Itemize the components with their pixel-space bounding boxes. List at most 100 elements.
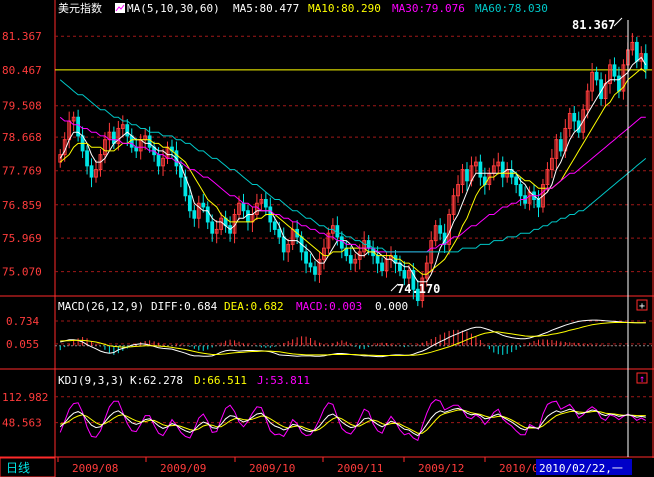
candle	[545, 162, 550, 192]
j-line	[59, 399, 647, 442]
candle	[322, 238, 326, 270]
candle	[393, 249, 398, 274]
candle	[120, 115, 125, 138]
candle	[572, 106, 577, 132]
d-value: D:66.511	[194, 374, 247, 387]
candle	[85, 145, 89, 175]
candle	[214, 220, 219, 244]
price-tick-label: 80.467	[2, 64, 42, 77]
low-label: 74.170	[397, 282, 440, 296]
date-ticks: 2009/08 2009/09 2009/10 2009/11 2009/12 2010/…	[57, 457, 545, 475]
cursor-date: 2010/02/22,一	[539, 462, 623, 475]
candle	[617, 66, 621, 99]
candle	[223, 210, 228, 233]
date-axis: 日线 2009/08 2009/09 2009/10 2009/11 2009/12 20…	[0, 457, 632, 477]
candle	[263, 192, 268, 216]
kline-chart-window: 81.367 80.467 79.508 78.668 77.769 76.859 75.9…	[0, 0, 654, 477]
diff-line	[60, 319, 646, 358]
macd-panel: 0.734 0.055	[6, 315, 652, 358]
candle	[313, 261, 317, 282]
candle	[621, 59, 626, 100]
candle	[433, 220, 438, 247]
low-marker: 74.170	[390, 282, 440, 296]
candle	[134, 137, 139, 158]
chart-frame	[0, 0, 654, 458]
j-value: J:53.811	[257, 374, 310, 387]
candle	[451, 188, 456, 221]
candle	[286, 238, 291, 262]
candle	[643, 44, 648, 79]
candle	[317, 251, 322, 283]
candle	[608, 59, 612, 94]
ma-params: MA(5,10,30,60)	[127, 2, 220, 15]
price-header: 美元指数 MA(5,10,30,60) MA5:80.477 MA10:80.2…	[58, 1, 548, 15]
macd-extra-value: 0.000	[375, 300, 408, 313]
candle	[523, 186, 527, 209]
candle	[603, 74, 608, 108]
price-grid	[55, 35, 652, 273]
kdj-tick-label: 48.563	[2, 417, 42, 430]
macd-value: MACD:0.003	[296, 300, 362, 313]
candle	[465, 162, 469, 191]
date-tick-label: 2009/12	[418, 462, 464, 475]
candle	[550, 149, 554, 179]
index-name: 美元指数	[58, 1, 102, 15]
macd-tick-label: 0.055	[6, 338, 39, 351]
kdj-params: KDJ(9,3,3)	[58, 374, 124, 387]
candle	[536, 190, 541, 218]
high-marker: 81.367	[572, 17, 623, 32]
diff-value: DIFF:0.684	[151, 300, 218, 313]
candle	[348, 246, 353, 271]
candle	[389, 246, 393, 268]
candle	[107, 122, 112, 150]
candle	[478, 154, 483, 186]
candle	[196, 195, 201, 229]
candle	[290, 221, 295, 250]
candle	[482, 167, 487, 195]
price-tick-label: 81.367	[2, 30, 42, 43]
candle	[143, 128, 148, 150]
up-arrow-icon: ↑	[639, 374, 645, 385]
ma10-value: MA10:80.290	[308, 2, 381, 15]
y-axis-labels: 81.367 80.467 79.508 78.668 77.769 76.859 75.9…	[2, 30, 42, 278]
candle	[456, 175, 460, 203]
date-tick-label: 2009/11	[337, 462, 383, 475]
plus-icon: +	[639, 301, 645, 312]
candle	[326, 227, 331, 254]
candle	[438, 218, 443, 241]
candle	[339, 231, 344, 259]
macd-tick-label: 0.734	[6, 315, 39, 328]
candle	[509, 160, 514, 185]
candle	[259, 193, 264, 211]
date-tick-label: 2009/08	[72, 462, 118, 475]
candle	[590, 63, 595, 102]
candle	[80, 126, 85, 158]
candle	[634, 36, 639, 69]
kline-chart-svg: 81.367 80.467 79.508 78.668 77.769 76.859 75.9…	[0, 0, 654, 477]
ma60-value: MA60:78.030	[475, 2, 548, 15]
date-tick-label: 2009/10	[249, 462, 295, 475]
candle	[94, 160, 98, 183]
candle	[165, 141, 170, 164]
candle	[612, 57, 617, 82]
price-tick-label: 78.668	[2, 131, 42, 144]
ma30-value: MA30:79.076	[392, 2, 465, 15]
candle	[192, 205, 197, 227]
period-label: 日线	[6, 461, 30, 475]
candle	[380, 257, 384, 277]
ma60-line	[59, 79, 647, 253]
macd-params: MACD(26,12,9)	[58, 300, 144, 313]
kdj-panel: 112.982 48.563	[2, 391, 652, 442]
moving-average-lines	[59, 56, 647, 283]
candle	[398, 255, 402, 277]
price-tick-label: 75.070	[2, 266, 42, 279]
candle	[567, 107, 572, 138]
high-label: 81.367	[572, 18, 615, 32]
candle	[71, 111, 76, 132]
price-tick-label: 77.769	[2, 165, 42, 178]
dea-value: DEA:0.682	[224, 300, 284, 313]
macd-header: MACD(26,12,9) DIFF:0.684 DEA:0.682 MACD:…	[58, 299, 648, 313]
candle	[281, 227, 286, 261]
ma10-line	[59, 67, 647, 275]
ma5-value: MA5:80.477	[233, 2, 299, 15]
